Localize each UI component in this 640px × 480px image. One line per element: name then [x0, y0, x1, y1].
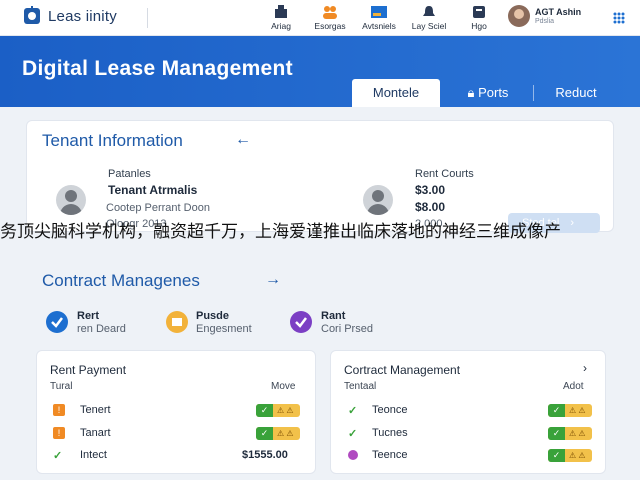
dot-icon: [348, 450, 358, 460]
bell-icon: [423, 6, 435, 16]
amount-value: $1555.00: [242, 449, 288, 461]
pill-text: ⚠ ⚠: [277, 406, 294, 415]
status-pill[interactable]: ✓ ⚠ ⚠: [256, 404, 300, 417]
chevron-right-icon[interactable]: ›: [583, 361, 587, 375]
check-icon: ✓: [53, 450, 63, 462]
status-title: Rert: [77, 310, 100, 322]
check-icon: ✓: [348, 428, 358, 440]
avatar: [508, 5, 530, 27]
tab-ports[interactable]: 🔒︎ Ports: [448, 79, 528, 107]
tab-montele[interactable]: Montele: [352, 79, 440, 107]
nav-label: Avtsniels: [362, 21, 396, 31]
check-icon: ✓: [548, 449, 565, 462]
nav-item-people[interactable]: Esorgas: [303, 5, 357, 31]
status-pill[interactable]: ✓ ⚠ ⚠: [548, 427, 592, 440]
nav-item-help[interactable]: Hgo: [452, 5, 506, 31]
row-label: Tanart: [80, 427, 111, 439]
status-subtitle: Cori Prsed: [321, 323, 373, 335]
logo-icon: [24, 6, 40, 24]
app-name: Leas iinity: [48, 7, 117, 25]
nav-item-flag[interactable]: Avtsniels: [352, 5, 406, 31]
status-subtitle: Engesment: [196, 323, 252, 335]
tenant-name: Tenant Atrmalis: [108, 183, 198, 197]
lock-icon: 🔒︎: [467, 85, 475, 100]
rent-label: Rent Courts: [415, 168, 474, 180]
user-name: AGT Ashin: [535, 6, 582, 17]
news-ticker: 务顶尖脑科学机构，融资超千万，上海爱谨推出临床落地的神经三维成像产: [0, 222, 561, 242]
people-icon: [323, 6, 337, 19]
top-bar: Leas iinity Ariag Esorgas Avtsniels Lay …: [0, 0, 640, 36]
pill-text: ⚠ ⚠: [277, 429, 294, 438]
status-pill[interactable]: ✓ ⚠ ⚠: [256, 427, 300, 440]
check-icon: ✓: [348, 405, 358, 417]
user-role: Pdslia: [535, 17, 555, 25]
warning-icon: !: [53, 404, 65, 416]
nav-label: Lay Sciel: [411, 21, 447, 31]
check-circle-icon: [290, 311, 312, 333]
check-circle-icon: [46, 311, 68, 333]
row-label: Teence: [372, 449, 408, 461]
person-icon: [56, 185, 86, 215]
warning-icon: !: [53, 427, 65, 439]
status-title: Rant: [321, 310, 346, 322]
check-icon: ✓: [256, 404, 273, 417]
check-icon: ✓: [256, 427, 273, 440]
tab-reduct[interactable]: Reduct: [538, 79, 614, 107]
rent-value: $8.00: [415, 200, 446, 214]
row-label: Teonce: [372, 404, 408, 416]
status-pill[interactable]: ✓ ⚠ ⚠: [548, 449, 592, 462]
card-title: Cortract Management: [344, 363, 461, 377]
mail-icon: [166, 311, 188, 333]
person-icon: [363, 185, 393, 215]
tab-divider: [533, 85, 534, 101]
arrow-left-icon[interactable]: ←: [235, 131, 251, 149]
divider: [147, 8, 148, 28]
row-label: Tucnes: [372, 427, 408, 439]
tab-label: Ports: [478, 85, 509, 100]
tenant-detail: Cootep Perrant Doon: [106, 202, 210, 214]
pill-text: ⚠ ⚠: [569, 429, 586, 438]
nav-label: Esorgas: [314, 21, 346, 31]
flag-icon: [371, 6, 387, 18]
pill-text: ⚠ ⚠: [569, 451, 586, 460]
section-title: Contract Managenes: [42, 271, 200, 290]
status-title: Pusde: [196, 310, 230, 322]
tenant-label: Patanles: [108, 168, 151, 180]
user-menu[interactable]: AGT Ashin Pdslia: [508, 5, 581, 27]
rent-value: $3.00: [415, 183, 446, 197]
section-title: Tenant Information: [42, 131, 183, 150]
page-title: Digital Lease Management: [22, 57, 293, 80]
column-header: Tural: [50, 381, 73, 392]
apps-grid-icon[interactable]: [613, 12, 625, 24]
nav-item-home[interactable]: Ariag: [254, 5, 308, 31]
help-icon: [473, 6, 485, 18]
column-header: Move: [271, 381, 296, 392]
row-label: Intect: [80, 449, 107, 461]
arrow-right-icon[interactable]: →: [265, 271, 281, 289]
card-title: Rent Payment: [50, 363, 127, 377]
status-subtitle: ren Deard: [77, 323, 126, 335]
check-icon: ✓: [548, 404, 565, 417]
nav-label: Ariag: [271, 21, 291, 31]
row-label: Tenert: [80, 404, 111, 416]
home-icon: [275, 5, 287, 18]
brand[interactable]: Leas iinity: [22, 6, 117, 26]
column-header: Adot: [563, 381, 584, 392]
nav-item-bell[interactable]: Lay Sciel: [402, 5, 456, 31]
status-pill[interactable]: ✓ ⚠ ⚠: [548, 404, 592, 417]
column-header: Tentaal: [344, 381, 377, 392]
nav-label: Hgo: [471, 21, 487, 31]
check-icon: ✓: [548, 427, 565, 440]
pill-text: ⚠ ⚠: [569, 406, 586, 415]
